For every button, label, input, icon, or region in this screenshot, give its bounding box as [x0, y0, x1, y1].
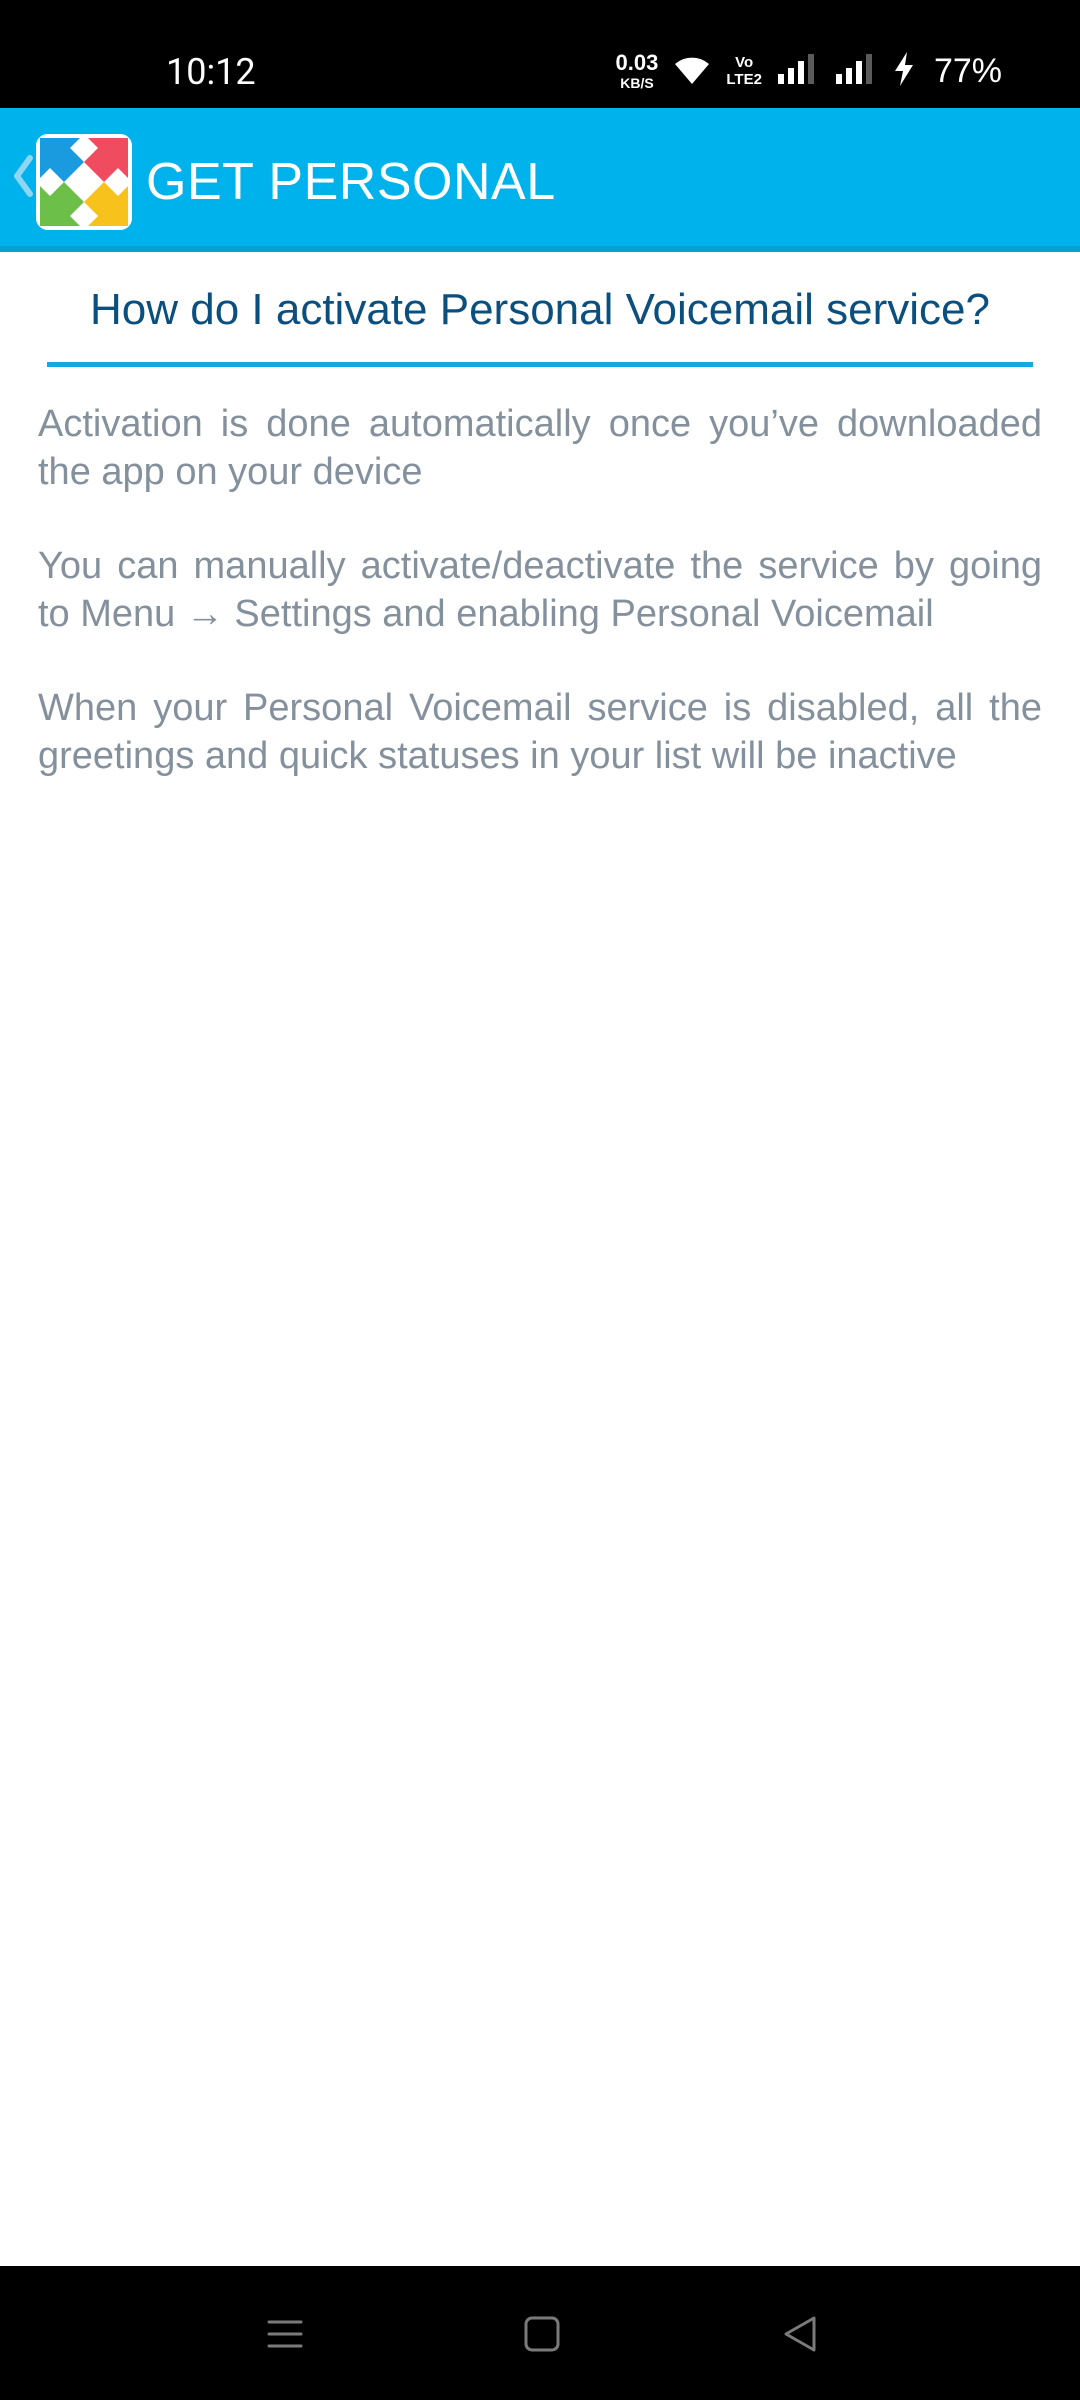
app-logo-icon[interactable] [36, 134, 132, 230]
volte-top-label: Vo [735, 54, 754, 71]
app-title: GET PERSONAL [146, 153, 556, 211]
volte-bottom-label: LTE2 [726, 71, 762, 88]
answer-paragraph: When your Personal Voicemail service is … [38, 687, 1042, 777]
volte-indicator: Vo LTE2 [726, 55, 762, 87]
network-speed-value: 0.03 [615, 50, 659, 75]
home-icon[interactable] [518, 2310, 566, 2358]
app-bar: GET PERSONAL [0, 108, 1080, 252]
status-time: 10:12 [166, 51, 256, 93]
charging-icon [892, 51, 916, 92]
signal-icon [834, 52, 878, 91]
question-divider [47, 362, 1033, 367]
signal-icon [776, 52, 820, 91]
wifi-icon [672, 52, 712, 91]
network-speed-unit: KB/S [620, 75, 654, 91]
faq-answer: Activation is done automatically once yo… [38, 400, 1042, 826]
chevron-left-icon[interactable] [10, 152, 36, 200]
menu-icon[interactable] [261, 2310, 309, 2358]
status-icons: 0.03 KB/S Vo LTE2 77% [616, 46, 1002, 96]
back-icon[interactable] [776, 2310, 824, 2358]
answer-paragraph: You can manually activate/deactivate the… [38, 545, 1042, 635]
answer-paragraph: Activation is done automatically once yo… [38, 403, 1042, 493]
navigation-bar [0, 2266, 1080, 2400]
battery-percent: 77% [933, 51, 1002, 90]
network-speed: 0.03 KB/S [615, 50, 659, 91]
status-bar: 10:12 0.03 KB/S Vo LTE2 77% [0, 0, 1080, 108]
faq-question: How do I activate Personal Voicemail ser… [90, 285, 990, 334]
